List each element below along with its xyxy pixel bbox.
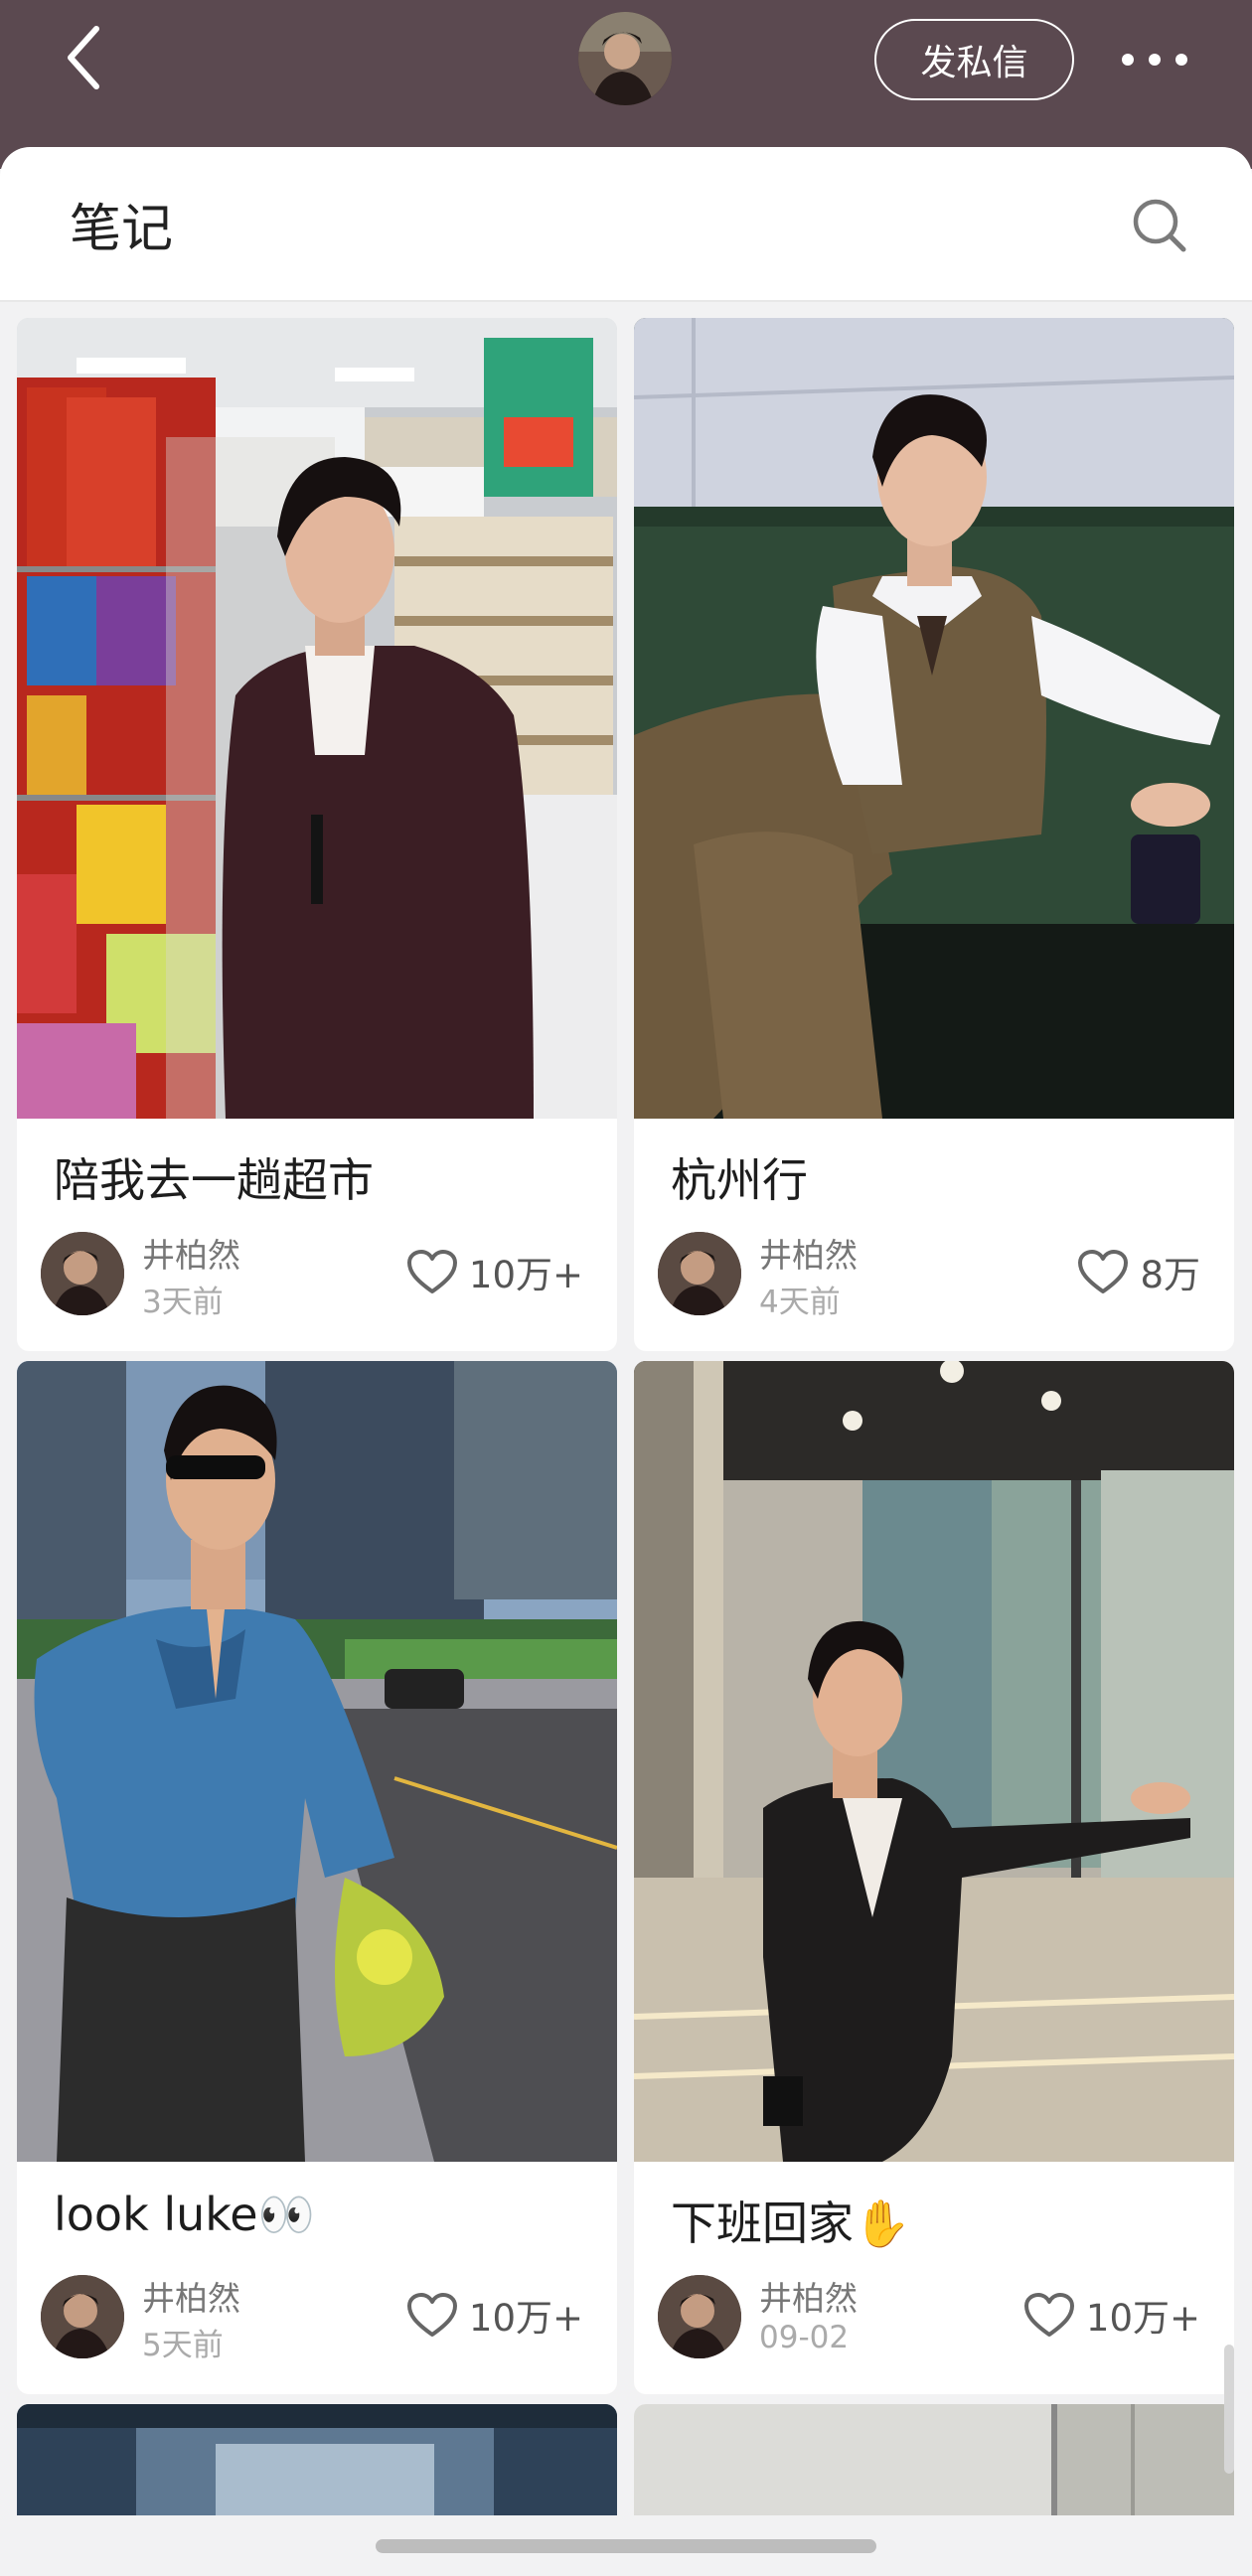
notes-grid: 陪我去一趟超市 井柏然 3天前 10万+ 杭州行 井柏然 4天前 8万 look…	[0, 300, 1252, 2515]
search-button[interactable]	[1123, 189, 1196, 262]
like-button[interactable]: 8万	[1076, 1245, 1200, 1298]
note-photo[interactable]	[17, 2404, 617, 2515]
like-button[interactable]: 10万+	[405, 2288, 583, 2342]
note-card[interactable]: 下班回家✋ 井柏然 09-02 10万+	[634, 1361, 1234, 2394]
like-count: 10万+	[468, 1254, 583, 1296]
author-name: 井柏然	[759, 2279, 858, 2318]
note-title: look luke👀	[54, 2188, 315, 2241]
author-name: 井柏然	[759, 1236, 858, 1275]
more-button[interactable]	[1115, 28, 1194, 91]
scrollbar[interactable]	[1224, 2345, 1234, 2474]
heart-icon	[406, 2293, 457, 2337]
notes-header: 笔记	[0, 147, 1252, 302]
top-bar: 发私信	[0, 0, 1252, 169]
post-time: 5天前	[142, 2328, 224, 2363]
post-time: 09-02	[759, 2320, 850, 2355]
chevron-left-icon	[68, 26, 99, 89]
note-card[interactable]: 陪我去一趟超市 井柏然 3天前 10万+	[17, 318, 617, 1351]
note-card[interactable]: 杭州行 井柏然 4天前 8万	[634, 318, 1234, 1351]
like-button[interactable]: 10万+	[405, 1245, 583, 1298]
like-count: 10万+	[468, 2297, 583, 2340]
post-time: 3天前	[142, 1285, 224, 1320]
note-title: 杭州行	[671, 1153, 808, 1207]
search-icon	[1133, 199, 1186, 252]
note-photo[interactable]	[17, 1361, 617, 2162]
author-avatar[interactable]	[41, 1232, 124, 1315]
like-button[interactable]: 10万+	[1022, 2288, 1200, 2342]
note-photo[interactable]	[634, 2404, 1234, 2515]
author-name: 井柏然	[142, 1236, 240, 1275]
note-photo[interactable]	[634, 318, 1234, 1119]
page-title: 笔记	[70, 200, 174, 259]
author-avatar[interactable]	[41, 2275, 124, 2358]
note-photo[interactable]	[17, 318, 617, 1119]
profile-avatar[interactable]	[578, 12, 672, 105]
post-time: 4天前	[759, 1285, 841, 1320]
note-card[interactable]	[634, 2404, 1234, 2515]
author-avatar[interactable]	[658, 2275, 741, 2358]
author-avatar[interactable]	[658, 1232, 741, 1315]
author-name: 井柏然	[142, 2279, 240, 2318]
home-indicator[interactable]	[376, 2539, 876, 2553]
note-title: 陪我去一趟超市	[54, 1153, 374, 1207]
heart-icon	[1023, 2293, 1074, 2337]
heart-icon	[406, 1250, 457, 1293]
like-count: 8万	[1140, 1254, 1200, 1296]
like-count: 10万+	[1085, 2297, 1200, 2340]
more-horizontal-icon	[1122, 54, 1187, 66]
note-card[interactable]: look luke👀 井柏然 5天前 10万+	[17, 1361, 617, 2394]
back-button[interactable]	[50, 18, 119, 97]
heart-icon	[1078, 1250, 1129, 1293]
message-button[interactable]: 发私信	[874, 19, 1074, 100]
note-title: 下班回家✋	[671, 2197, 911, 2250]
note-card[interactable]	[17, 2404, 617, 2515]
note-photo[interactable]	[634, 1361, 1234, 2162]
